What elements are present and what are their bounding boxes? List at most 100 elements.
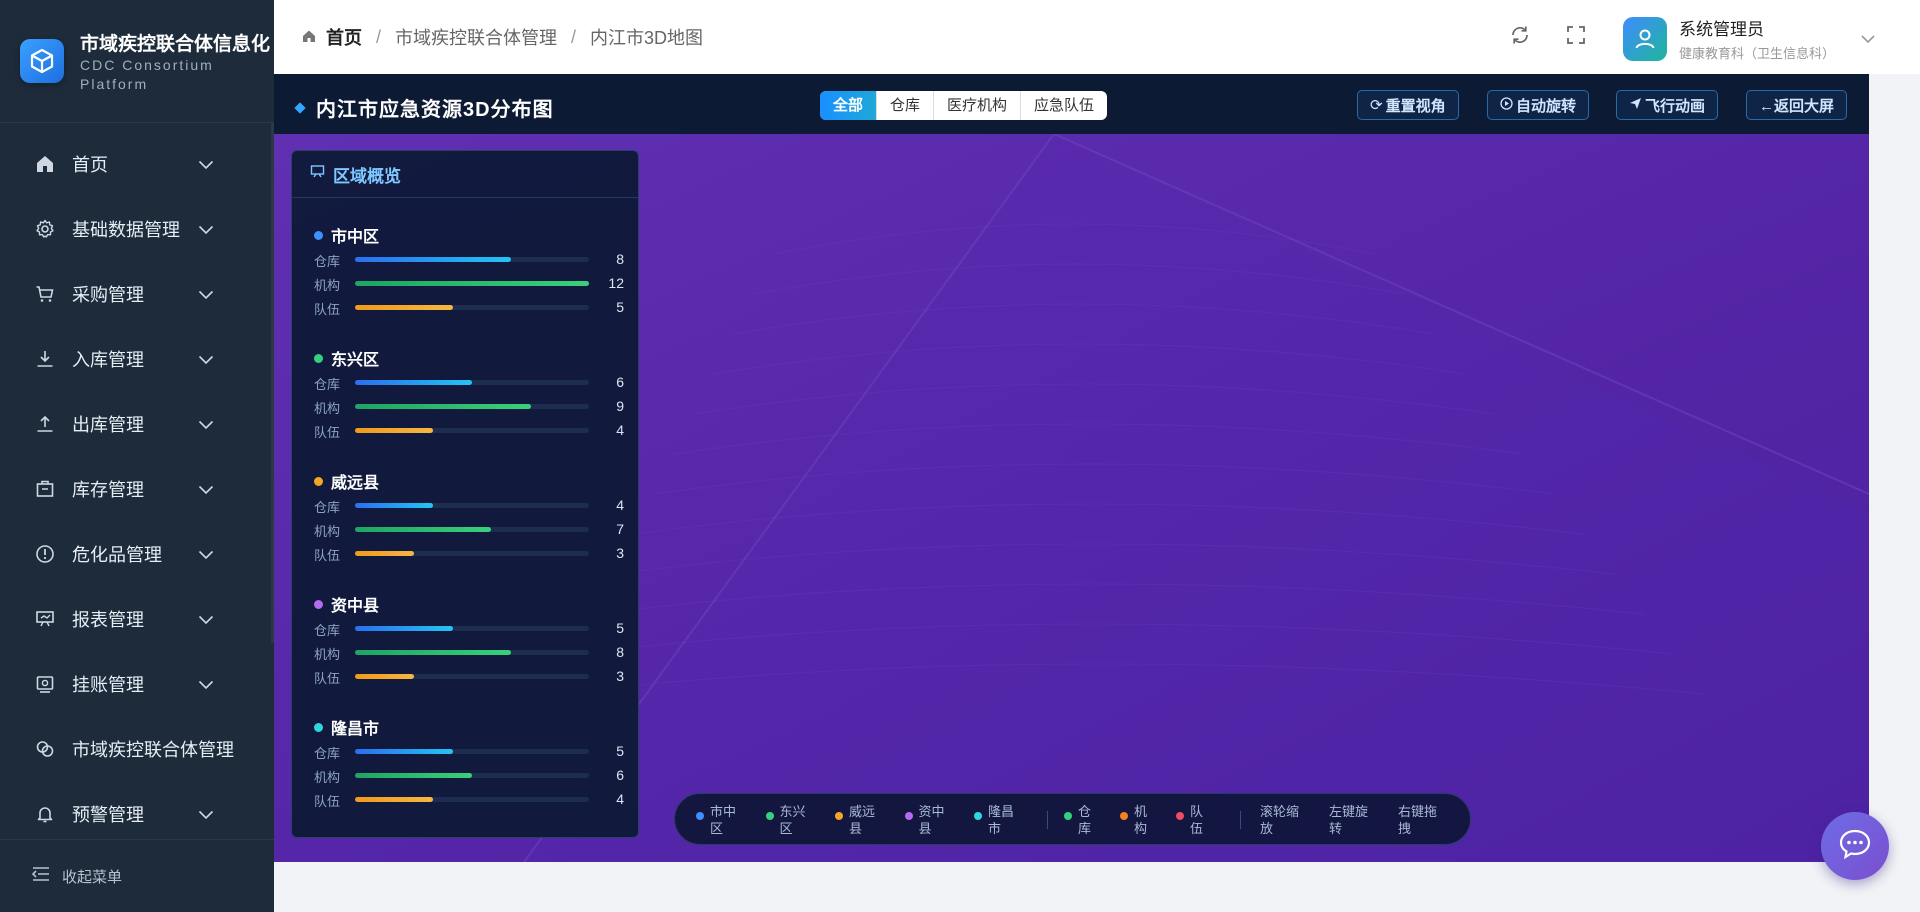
collapse-menu-label: 收起菜单 xyxy=(62,868,123,886)
diamond-icon xyxy=(294,101,306,114)
stat-bar-track xyxy=(355,773,589,778)
filter-tabs: 全部 仓库 医疗机构 应急队伍 xyxy=(820,91,1108,120)
collapse-menu-button[interactable]: 收起菜单 xyxy=(0,839,274,912)
stat-value: 5 xyxy=(616,620,624,636)
sidebar-item-6[interactable]: 危化品管理 xyxy=(0,521,274,586)
breadcrumb-cdc-management[interactable]: 市域疾控联合体管理 xyxy=(395,24,557,50)
region-name: 东兴区 xyxy=(314,346,379,370)
fly-animation-button[interactable]: 飞行动画 xyxy=(1616,90,1719,120)
upload-icon xyxy=(34,413,56,435)
sidebar-item-label: 库存管理 xyxy=(72,479,144,500)
stat-bar-track xyxy=(355,551,589,556)
legend-label: 资中县 xyxy=(918,804,945,836)
region-name-text: 隆昌市 xyxy=(331,721,380,738)
sidebar-item-10[interactable]: 预警管理 xyxy=(0,781,274,846)
region-name: 隆昌市 xyxy=(314,715,379,739)
sidebar-item-label: 出库管理 xyxy=(72,414,144,435)
legend-region-item[interactable]: 资中县 xyxy=(904,803,947,837)
sidebar-item-0[interactable]: 首页 xyxy=(0,131,274,196)
back-to-dashboard-button[interactable]: ←返回大屏 xyxy=(1746,90,1848,120)
stat-label: 队伍 xyxy=(314,671,341,686)
filter-tab-1[interactable]: 仓库 xyxy=(877,91,935,120)
sidebar-item-1[interactable]: 基础数据管理 xyxy=(0,196,274,261)
stat-label: 仓库 xyxy=(314,746,341,761)
region-stat-row: 仓库 4 xyxy=(314,497,624,515)
sidebar-item-label: 首页 xyxy=(72,154,108,175)
auto-rotate-label: 自动旋转 xyxy=(1516,97,1577,115)
reset-icon: ⟳ xyxy=(1370,97,1383,114)
sidebar-item-9[interactable]: 市域疾控联合体管理 xyxy=(0,716,274,781)
brand-subtitle-1: CDC Consortium xyxy=(80,56,214,73)
stat-label: 机构 xyxy=(314,401,341,416)
sidebar-item-label: 市域疾控联合体管理 xyxy=(72,739,234,760)
sidebar-item-8[interactable]: 挂账管理 xyxy=(0,651,274,716)
avatar xyxy=(1623,16,1667,61)
top-header: 首页 / 市域疾控联合体管理 / 内江市3D地图 系统管理员 健康教育科（卫生信… xyxy=(274,0,1920,74)
legend-region-item[interactable]: 隆昌市 xyxy=(974,803,1016,837)
legend-region-item[interactable]: 东兴区 xyxy=(765,803,808,837)
breadcrumb-separator: / xyxy=(376,26,382,47)
chevron-down-icon xyxy=(198,482,214,495)
user-menu[interactable]: 系统管理员 健康教育科（卫生信息科） xyxy=(1623,15,1835,62)
legend-region-item[interactable]: 市中区 xyxy=(696,803,738,837)
region-name-text: 市中区 xyxy=(331,229,380,246)
sidebar-item-3[interactable]: 入库管理 xyxy=(0,326,274,391)
breadcrumb-home[interactable]: 首页 xyxy=(326,24,362,50)
legend-region-item[interactable]: 威远县 xyxy=(835,803,877,837)
legend-label: 机构 xyxy=(1134,804,1148,836)
user-department: 健康教育科（卫生信息科） xyxy=(1679,46,1836,61)
cart-icon xyxy=(34,283,56,305)
auto-rotate-button[interactable]: 自动旋转 xyxy=(1487,90,1590,120)
region-stat-row: 队伍 5 xyxy=(314,299,624,317)
legend-label: 仓库 xyxy=(1078,804,1092,836)
legend-type-item[interactable]: 队伍 xyxy=(1176,803,1206,837)
stat-bar-fill xyxy=(355,257,512,262)
collapse-icon xyxy=(31,866,50,886)
region-dot xyxy=(314,722,323,732)
stat-value: 6 xyxy=(616,767,624,783)
legend-tip: 右键拖拽 xyxy=(1398,804,1438,836)
brand-title: 市域疾控联合体信息化 xyxy=(80,33,271,55)
stat-bar-fill xyxy=(355,674,414,679)
stat-value: 8 xyxy=(616,644,624,660)
region-dot xyxy=(314,353,323,363)
sidebar-item-label: 采购管理 xyxy=(72,284,144,305)
stat-label: 机构 xyxy=(314,770,341,785)
stat-bar-fill xyxy=(355,797,433,802)
sidebar-item-label: 入库管理 xyxy=(72,349,144,370)
sidebar-item-4[interactable]: 出库管理 xyxy=(0,391,274,456)
stat-label: 队伍 xyxy=(314,548,341,563)
stat-bar-track xyxy=(355,674,589,679)
stat-value: 4 xyxy=(616,497,624,513)
legend-type-item[interactable]: 机构 xyxy=(1120,803,1150,837)
legend-dot xyxy=(1064,812,1072,820)
region-stat-row: 队伍 3 xyxy=(314,668,624,686)
chevron-down-icon xyxy=(198,352,214,365)
chevron-down-icon[interactable] xyxy=(1861,31,1875,49)
brand-subtitle-2: Platform xyxy=(80,75,149,92)
legend-dot xyxy=(1176,812,1184,820)
content-footer xyxy=(274,862,1920,912)
stat-label: 机构 xyxy=(314,524,341,539)
legend-type-item[interactable]: 仓库 xyxy=(1064,803,1094,837)
fullscreen-icon[interactable] xyxy=(1565,24,1587,51)
reset-view-label: 重置视角 xyxy=(1385,97,1446,115)
chat-button[interactable] xyxy=(1821,812,1889,880)
sidebar-item-7[interactable]: 报表管理 xyxy=(0,586,274,651)
play-icon xyxy=(1500,96,1513,114)
stat-label: 仓库 xyxy=(314,500,341,515)
legend-dot xyxy=(765,812,774,820)
filter-tab-2[interactable]: 医疗机构 xyxy=(934,91,1022,120)
refresh-icon[interactable] xyxy=(1509,24,1531,51)
legend-dot xyxy=(835,812,843,820)
filter-tab-3[interactable]: 应急队伍 xyxy=(1021,91,1107,120)
reset-view-button[interactable]: ⟳ 重置视角 xyxy=(1357,90,1459,120)
region-stat-row: 仓库 8 xyxy=(314,251,624,269)
user-name: 系统管理员 xyxy=(1679,20,1764,39)
filter-tab-0[interactable]: 全部 xyxy=(820,91,878,120)
sidebar-item-5[interactable]: 库存管理 xyxy=(0,456,274,521)
sidebar-item-2[interactable]: 采购管理 xyxy=(0,261,274,326)
stat-label: 队伍 xyxy=(314,302,341,317)
stat-bar-fill xyxy=(355,503,433,508)
stat-bar-track xyxy=(355,650,589,655)
